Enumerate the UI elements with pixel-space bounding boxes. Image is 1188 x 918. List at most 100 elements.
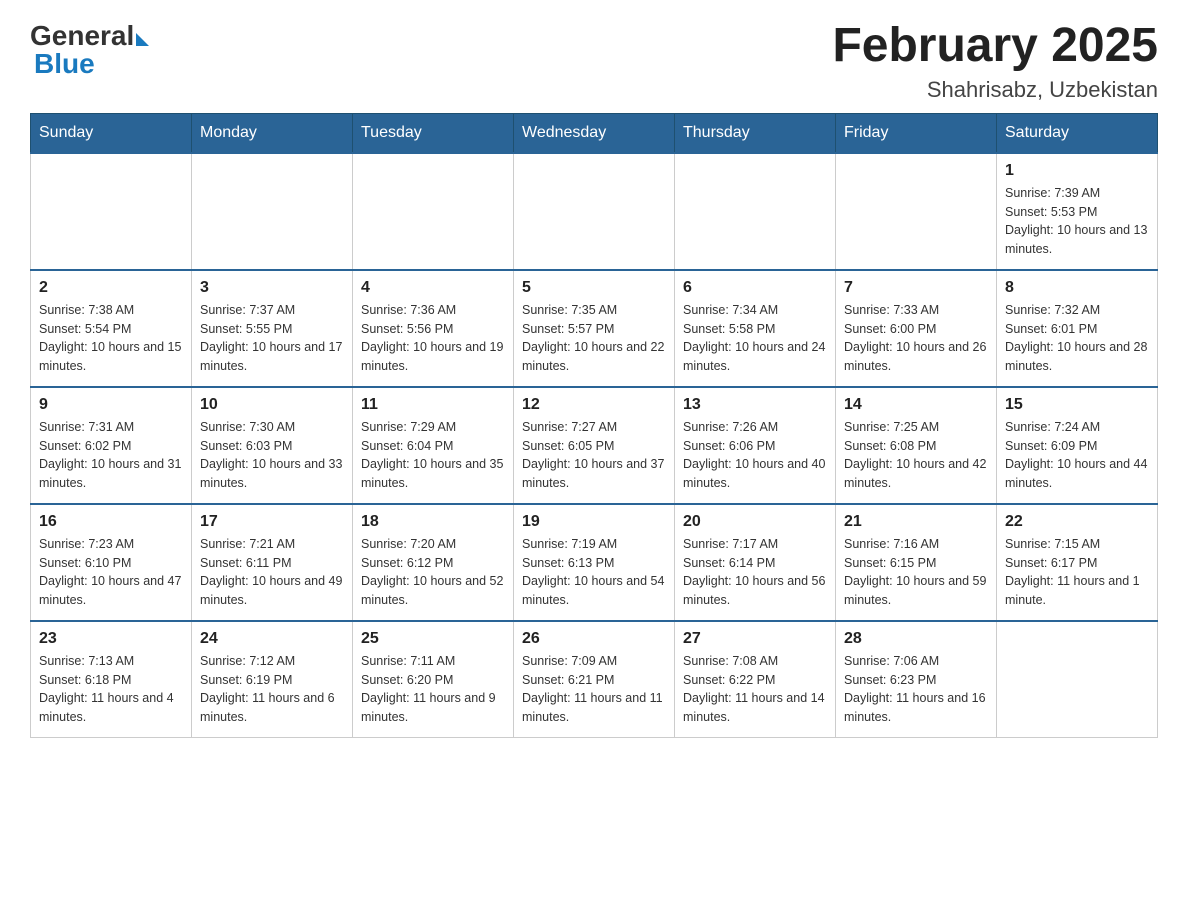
header-wednesday: Wednesday	[514, 113, 675, 153]
day-info: Sunrise: 7:17 AM Sunset: 6:14 PM Dayligh…	[683, 535, 827, 610]
day-info: Sunrise: 7:31 AM Sunset: 6:02 PM Dayligh…	[39, 418, 183, 493]
calendar-subtitle: Shahrisabz, Uzbekistan	[832, 77, 1158, 103]
day-number: 10	[200, 396, 344, 414]
calendar-cell: 9 Sunrise: 7:31 AM Sunset: 6:02 PM Daylig…	[31, 387, 192, 504]
calendar-cell	[353, 153, 514, 270]
calendar-cell: 13Sunrise: 7:26 AM Sunset: 6:06 PM Dayli…	[675, 387, 836, 504]
day-info: Sunrise: 7:19 AM Sunset: 6:13 PM Dayligh…	[522, 535, 666, 610]
day-info: Sunrise: 7:30 AM Sunset: 6:03 PM Dayligh…	[200, 418, 344, 493]
day-number: 7	[844, 279, 988, 297]
day-info: Sunrise: 7:13 AM Sunset: 6:18 PM Dayligh…	[39, 652, 183, 727]
day-number: 25	[361, 630, 505, 648]
calendar-cell: 21 Sunrise: 7:16 AM Sunset: 6:15 PM Dayli…	[836, 504, 997, 621]
calendar-cell: 12Sunrise: 7:27 AM Sunset: 6:05 PM Dayli…	[514, 387, 675, 504]
day-number: 4	[361, 279, 505, 297]
day-info: Sunrise: 7:29 AM Sunset: 6:04 PM Dayligh…	[361, 418, 505, 493]
calendar-cell: 8 Sunrise: 7:32 AM Sunset: 6:01 PM Daylig…	[997, 270, 1158, 387]
calendar-cell	[675, 153, 836, 270]
logo-arrow-icon	[136, 33, 149, 46]
day-number: 18	[361, 513, 505, 531]
day-number: 15	[1005, 396, 1149, 414]
calendar-cell: 20 Sunrise: 7:17 AM Sunset: 6:14 PM Dayli…	[675, 504, 836, 621]
day-info: Sunrise: 7:12 AM Sunset: 6:19 PM Dayligh…	[200, 652, 344, 727]
calendar-cell: 6 Sunrise: 7:34 AM Sunset: 5:58 PM Daylig…	[675, 270, 836, 387]
calendar-cell: 11 Sunrise: 7:29 AM Sunset: 6:04 PM Dayli…	[353, 387, 514, 504]
day-number: 6	[683, 279, 827, 297]
calendar-cell: 7 Sunrise: 7:33 AM Sunset: 6:00 PM Daylig…	[836, 270, 997, 387]
calendar-cell: 5Sunrise: 7:35 AM Sunset: 5:57 PM Daylig…	[514, 270, 675, 387]
day-info: Sunrise: 7:39 AM Sunset: 5:53 PM Dayligh…	[1005, 184, 1149, 259]
calendar-cell	[514, 153, 675, 270]
calendar-cell: 16Sunrise: 7:23 AM Sunset: 6:10 PM Dayli…	[31, 504, 192, 621]
calendar-cell: 15 Sunrise: 7:24 AM Sunset: 6:09 PM Dayli…	[997, 387, 1158, 504]
day-number: 13	[683, 396, 827, 414]
header-monday: Monday	[192, 113, 353, 153]
day-number: 20	[683, 513, 827, 531]
day-info: Sunrise: 7:06 AM Sunset: 6:23 PM Dayligh…	[844, 652, 988, 727]
day-info: Sunrise: 7:32 AM Sunset: 6:01 PM Dayligh…	[1005, 301, 1149, 376]
day-number: 8	[1005, 279, 1149, 297]
day-info: Sunrise: 7:24 AM Sunset: 6:09 PM Dayligh…	[1005, 418, 1149, 493]
calendar-week-row: 1Sunrise: 7:39 AM Sunset: 5:53 PM Daylig…	[31, 153, 1158, 270]
calendar-cell: 1Sunrise: 7:39 AM Sunset: 5:53 PM Daylig…	[997, 153, 1158, 270]
day-number: 14	[844, 396, 988, 414]
calendar-cell: 28 Sunrise: 7:06 AM Sunset: 6:23 PM Dayli…	[836, 621, 997, 738]
calendar-cell: 27 Sunrise: 7:08 AM Sunset: 6:22 PM Dayli…	[675, 621, 836, 738]
calendar-week-row: 23 Sunrise: 7:13 AM Sunset: 6:18 PM Dayli…	[31, 621, 1158, 738]
day-number: 11	[361, 396, 505, 414]
day-number: 27	[683, 630, 827, 648]
day-number: 28	[844, 630, 988, 648]
logo: General Blue	[30, 20, 149, 80]
calendar-cell	[31, 153, 192, 270]
header-thursday: Thursday	[675, 113, 836, 153]
title-section: February 2025 Shahrisabz, Uzbekistan	[832, 20, 1158, 103]
day-info: Sunrise: 7:09 AM Sunset: 6:21 PM Dayligh…	[522, 652, 666, 727]
logo-blue-text: Blue	[34, 48, 95, 80]
weekday-header-row: Sunday Monday Tuesday Wednesday Thursday…	[31, 113, 1158, 153]
page-header: General Blue February 2025 Shahrisabz, U…	[30, 20, 1158, 103]
day-info: Sunrise: 7:21 AM Sunset: 6:11 PM Dayligh…	[200, 535, 344, 610]
day-number: 23	[39, 630, 183, 648]
day-info: Sunrise: 7:15 AM Sunset: 6:17 PM Dayligh…	[1005, 535, 1149, 610]
calendar-week-row: 16Sunrise: 7:23 AM Sunset: 6:10 PM Dayli…	[31, 504, 1158, 621]
calendar-week-row: 9 Sunrise: 7:31 AM Sunset: 6:02 PM Daylig…	[31, 387, 1158, 504]
day-number: 2	[39, 279, 183, 297]
calendar-cell	[192, 153, 353, 270]
calendar-cell: 19 Sunrise: 7:19 AM Sunset: 6:13 PM Dayli…	[514, 504, 675, 621]
day-info: Sunrise: 7:16 AM Sunset: 6:15 PM Dayligh…	[844, 535, 988, 610]
calendar-cell	[997, 621, 1158, 738]
day-number: 24	[200, 630, 344, 648]
calendar-cell: 22 Sunrise: 7:15 AM Sunset: 6:17 PM Dayli…	[997, 504, 1158, 621]
calendar-cell: 26 Sunrise: 7:09 AM Sunset: 6:21 PM Dayli…	[514, 621, 675, 738]
day-number: 3	[200, 279, 344, 297]
day-info: Sunrise: 7:36 AM Sunset: 5:56 PM Dayligh…	[361, 301, 505, 376]
day-info: Sunrise: 7:38 AM Sunset: 5:54 PM Dayligh…	[39, 301, 183, 376]
calendar-cell: 4 Sunrise: 7:36 AM Sunset: 5:56 PM Daylig…	[353, 270, 514, 387]
day-info: Sunrise: 7:08 AM Sunset: 6:22 PM Dayligh…	[683, 652, 827, 727]
calendar-cell: 14 Sunrise: 7:25 AM Sunset: 6:08 PM Dayli…	[836, 387, 997, 504]
calendar-table: Sunday Monday Tuesday Wednesday Thursday…	[30, 113, 1158, 738]
calendar-cell: 17Sunrise: 7:21 AM Sunset: 6:11 PM Dayli…	[192, 504, 353, 621]
day-number: 5	[522, 279, 666, 297]
calendar-title: February 2025	[832, 20, 1158, 73]
day-info: Sunrise: 7:33 AM Sunset: 6:00 PM Dayligh…	[844, 301, 988, 376]
calendar-cell	[836, 153, 997, 270]
calendar-cell: 25 Sunrise: 7:11 AM Sunset: 6:20 PM Dayli…	[353, 621, 514, 738]
calendar-cell: 3Sunrise: 7:37 AM Sunset: 5:55 PM Daylig…	[192, 270, 353, 387]
calendar-cell: 23 Sunrise: 7:13 AM Sunset: 6:18 PM Dayli…	[31, 621, 192, 738]
day-info: Sunrise: 7:11 AM Sunset: 6:20 PM Dayligh…	[361, 652, 505, 727]
day-info: Sunrise: 7:34 AM Sunset: 5:58 PM Dayligh…	[683, 301, 827, 376]
day-number: 22	[1005, 513, 1149, 531]
calendar-cell: 10 Sunrise: 7:30 AM Sunset: 6:03 PM Dayli…	[192, 387, 353, 504]
day-number: 21	[844, 513, 988, 531]
header-sunday: Sunday	[31, 113, 192, 153]
day-number: 26	[522, 630, 666, 648]
day-info: Sunrise: 7:20 AM Sunset: 6:12 PM Dayligh…	[361, 535, 505, 610]
day-number: 9	[39, 396, 183, 414]
day-number: 19	[522, 513, 666, 531]
day-info: Sunrise: 7:25 AM Sunset: 6:08 PM Dayligh…	[844, 418, 988, 493]
calendar-cell: 24 Sunrise: 7:12 AM Sunset: 6:19 PM Dayli…	[192, 621, 353, 738]
calendar-cell: 18 Sunrise: 7:20 AM Sunset: 6:12 PM Dayli…	[353, 504, 514, 621]
header-saturday: Saturday	[997, 113, 1158, 153]
calendar-week-row: 2 Sunrise: 7:38 AM Sunset: 5:54 PM Daylig…	[31, 270, 1158, 387]
